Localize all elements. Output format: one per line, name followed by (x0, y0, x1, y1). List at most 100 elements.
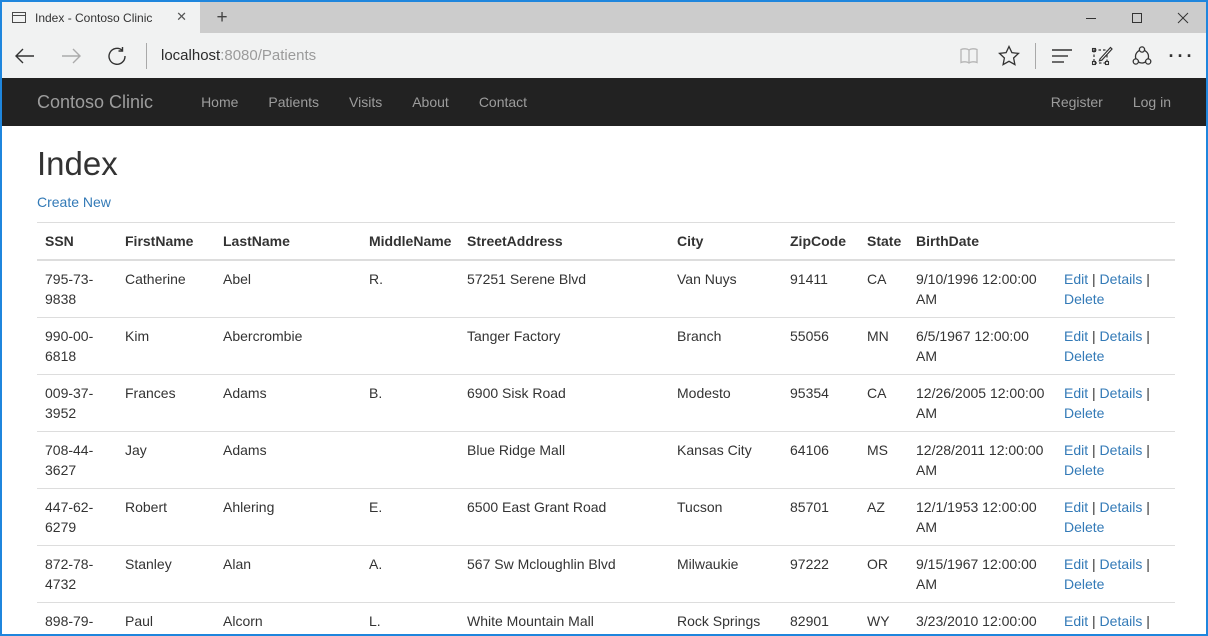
delete-link[interactable]: Delete (1064, 576, 1104, 592)
cell-city: Kansas City (669, 432, 782, 489)
details-link[interactable]: Details (1100, 442, 1143, 458)
window-close-button[interactable] (1160, 2, 1206, 33)
cell-actions: Edit | Details | Delete (1056, 546, 1175, 603)
web-note-icon (1091, 45, 1113, 67)
header-birthdate: BirthDate (908, 223, 1056, 261)
cell-lastname: Ahlering (215, 489, 361, 546)
refresh-button[interactable] (94, 33, 140, 78)
cell-firstname: Robert (117, 489, 215, 546)
edit-link[interactable]: Edit (1064, 499, 1088, 515)
cell-ssn: 708-44-3627 (37, 432, 117, 489)
edit-link[interactable]: Edit (1064, 328, 1088, 344)
edit-link[interactable]: Edit (1064, 385, 1088, 401)
nav-item-contact[interactable]: Contact (464, 94, 542, 110)
browser-toolbar: localhost:8080/Patients (2, 33, 1206, 78)
edit-link[interactable]: Edit (1064, 442, 1088, 458)
cell-streetaddress: 567 Sw Mcloughlin Blvd (459, 546, 669, 603)
nav-item-about[interactable]: About (397, 94, 464, 110)
header-firstname: FirstName (117, 223, 215, 261)
back-button[interactable] (2, 33, 48, 78)
cell-state: AZ (859, 489, 908, 546)
cell-birthdate: 9/10/1996 12:00:00 AM (908, 260, 1056, 318)
cell-city: Branch (669, 318, 782, 375)
minimize-icon (1085, 12, 1097, 24)
cell-firstname: Kim (117, 318, 215, 375)
cell-actions: Edit | Details | Delete (1056, 375, 1175, 432)
delete-link[interactable]: Delete (1064, 405, 1104, 421)
delete-link[interactable]: Delete (1064, 291, 1104, 307)
create-new-link[interactable]: Create New (37, 192, 111, 212)
nav-item-home[interactable]: Home (186, 94, 253, 110)
brand-link[interactable]: Contoso Clinic (22, 92, 168, 113)
cell-middlename: E. (361, 489, 459, 546)
cell-middlename: L. (361, 603, 459, 635)
browser-tab[interactable]: Index - Contoso Clinic ✕ (2, 2, 200, 33)
nav-item-visits[interactable]: Visits (334, 94, 397, 110)
tab-title: Index - Contoso Clinic (35, 11, 162, 25)
web-note-button[interactable] (1082, 33, 1122, 78)
new-tab-button[interactable]: + (200, 2, 244, 33)
cell-middlename (361, 432, 459, 489)
table-row: 009-37-3952 Frances Adams B. 6900 Sisk R… (37, 375, 1175, 432)
cell-middlename (361, 318, 459, 375)
delete-link[interactable]: Delete (1064, 519, 1104, 535)
cell-firstname: Jay (117, 432, 215, 489)
cell-firstname: Stanley (117, 546, 215, 603)
cell-ssn: 009-37-3952 (37, 375, 117, 432)
forward-button[interactable] (48, 33, 94, 78)
page-favicon-icon (12, 12, 26, 23)
cell-ssn: 872-78-4732 (37, 546, 117, 603)
cell-birthdate: 6/5/1967 12:00:00 AM (908, 318, 1056, 375)
nav-item-patients[interactable]: Patients (253, 94, 334, 110)
details-link[interactable]: Details (1100, 556, 1143, 572)
window-maximize-button[interactable] (1114, 2, 1160, 33)
address-bar[interactable]: localhost:8080/Patients (153, 47, 949, 64)
delete-link[interactable]: Delete (1064, 348, 1104, 364)
nav-item-register[interactable]: Register (1036, 94, 1118, 110)
delete-link[interactable]: Delete (1064, 462, 1104, 478)
url-path: :8080/Patients (220, 47, 316, 64)
hub-lines-icon (1051, 48, 1073, 64)
close-icon (1177, 12, 1189, 24)
cell-city: Van Nuys (669, 260, 782, 318)
cell-city: Modesto (669, 375, 782, 432)
details-link[interactable]: Details (1100, 385, 1143, 401)
cell-zipcode: 64106 (782, 432, 859, 489)
edit-link[interactable]: Edit (1064, 556, 1088, 572)
edit-link[interactable]: Edit (1064, 271, 1088, 287)
page-title: Index (37, 146, 1171, 182)
share-button[interactable] (1122, 33, 1162, 78)
favorites-button[interactable] (989, 33, 1029, 78)
tab-close-icon[interactable]: ✕ (171, 8, 192, 27)
tab-strip: Index - Contoso Clinic ✕ + (2, 2, 1206, 33)
header-state: State (859, 223, 908, 261)
toolbar-separator (146, 43, 147, 69)
details-link[interactable]: Details (1100, 328, 1143, 344)
star-icon (998, 45, 1020, 66)
table-row: 708-44-3627 Jay Adams Blue Ridge Mall Ka… (37, 432, 1175, 489)
reading-view-button[interactable] (949, 33, 989, 78)
header-streetaddress: StreetAddress (459, 223, 669, 261)
back-arrow-icon (14, 47, 36, 65)
details-link[interactable]: Details (1100, 271, 1143, 287)
cell-zipcode: 85701 (782, 489, 859, 546)
cell-lastname: Adams (215, 375, 361, 432)
edit-link[interactable]: Edit (1064, 613, 1088, 629)
cell-birthdate: 12/28/2011 12:00:00 AM (908, 432, 1056, 489)
nav-item-login[interactable]: Log in (1118, 94, 1186, 110)
hub-button[interactable] (1042, 33, 1082, 78)
cell-lastname: Alcorn (215, 603, 361, 635)
forward-arrow-icon (60, 47, 82, 65)
cell-streetaddress: Blue Ridge Mall (459, 432, 669, 489)
delete-link[interactable]: Delete (1064, 633, 1104, 634)
cell-lastname: Alan (215, 546, 361, 603)
cell-zipcode: 97222 (782, 546, 859, 603)
cell-ssn: 795-73-9838 (37, 260, 117, 318)
cell-middlename: B. (361, 375, 459, 432)
details-link[interactable]: Details (1100, 499, 1143, 515)
cell-actions: Edit | Details | Delete (1056, 318, 1175, 375)
details-link[interactable]: Details (1100, 613, 1143, 629)
settings-more-button[interactable]: ··· (1162, 33, 1202, 78)
cell-lastname: Abercrombie (215, 318, 361, 375)
window-minimize-button[interactable] (1068, 2, 1114, 33)
